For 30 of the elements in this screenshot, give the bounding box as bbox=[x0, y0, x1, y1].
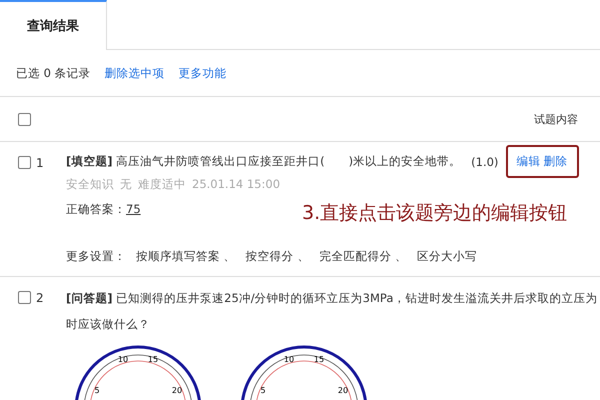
setting-text: 按顺序填写答案 、 bbox=[136, 249, 236, 264]
select-all-checkbox[interactable] bbox=[18, 112, 31, 126]
row-checkbox[interactable] bbox=[18, 291, 31, 304]
meta-text: 安全知识 bbox=[66, 177, 114, 192]
toolbar-link[interactable]: 更多功能 bbox=[178, 66, 227, 80]
answer-label: 正确答案： bbox=[66, 202, 126, 217]
toolbar-link[interactable]: 删除选中项 bbox=[104, 66, 165, 80]
annotation-text: 3.直接点击该题旁边的编辑按钮 bbox=[302, 201, 568, 226]
meta-text: 25.01.14 15:00 bbox=[192, 177, 280, 192]
meta-text: 难度适中 bbox=[138, 177, 186, 192]
settings-label: 更多设置： bbox=[66, 249, 126, 264]
row-number: 1 bbox=[36, 156, 44, 170]
column-header: 试题内容 bbox=[534, 112, 578, 126]
action-link[interactable]: 编辑 bbox=[516, 154, 540, 169]
question-text: [填空题] 高压油气井防喷管线出口应接至距井口( )米以上的安全地带。 bbox=[66, 154, 462, 169]
tab[interactable]: 查询结果 bbox=[0, 0, 107, 50]
setting-text: 按空得分 、 bbox=[246, 249, 310, 264]
pressure-gauge-drawing: 10 15 5 20 bbox=[73, 343, 203, 400]
question-text: [问答题] 已知测得的压井泵速25冲/分钟时的循环立压为3MPa，钻进时发生溢流关井后求取的立压为 bbox=[66, 290, 598, 307]
setting-text: 区分大小写 bbox=[416, 249, 477, 264]
question-text: 时应该做什么？ bbox=[66, 316, 151, 333]
row-checkbox[interactable] bbox=[18, 156, 31, 169]
answer-value: 75 bbox=[126, 202, 141, 217]
row-number: 2 bbox=[36, 291, 44, 305]
pressure-gauge-drawing: 10 15 5 20 bbox=[239, 343, 369, 400]
selection-count: 已选 0 条记录 bbox=[16, 66, 91, 80]
setting-text: 完全匹配得分 、 bbox=[319, 249, 407, 264]
meta-text: 无 bbox=[120, 177, 132, 192]
action-link[interactable]: 删除 bbox=[543, 154, 568, 169]
question-score: (1.0) bbox=[471, 154, 498, 168]
